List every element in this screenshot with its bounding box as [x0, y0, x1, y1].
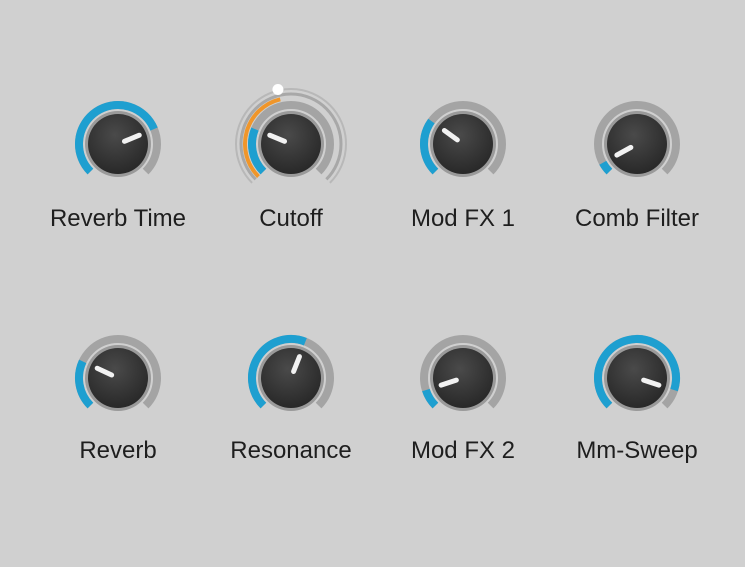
knob-body	[88, 114, 148, 174]
knob-mod-fx-2[interactable]: Mod FX 2	[378, 296, 548, 486]
knob-body	[607, 114, 667, 174]
knob-mod-dot	[272, 84, 284, 96]
knob-mod-fx-1-label: Mod FX 1	[410, 205, 516, 232]
knob-mod-fx-1-icon[interactable]	[378, 62, 548, 212]
knob-mod-fx-1[interactable]: Mod FX 1	[378, 62, 548, 252]
knob-comb-filter[interactable]: Comb Filter	[552, 62, 722, 252]
knob-reverb-icon[interactable]	[33, 296, 203, 446]
knob-mm-sweep-icon[interactable]	[552, 296, 722, 446]
knob-reverb-label: Reverb	[79, 437, 157, 464]
knob-body	[433, 348, 493, 408]
knob-mm-sweep-label: Mm-Sweep	[576, 437, 698, 464]
knob-reverb-time-icon[interactable]	[33, 62, 203, 212]
knob-mod-fx-2-icon[interactable]	[378, 296, 548, 446]
knob-resonance-label: Resonance	[230, 437, 352, 464]
knob-comb-filter-icon[interactable]	[552, 62, 722, 212]
knob-mod-fx-2-label: Mod FX 2	[410, 437, 516, 464]
knob-mm-sweep[interactable]: Mm-Sweep	[552, 296, 722, 486]
knob-body	[88, 348, 148, 408]
knob-body	[433, 114, 493, 174]
synth-knob-panel: Reverb Time Cutoff Mod FX 1 Comb Filter …	[0, 0, 745, 567]
knob-resonance[interactable]: Resonance	[206, 296, 376, 486]
knob-reverb-time-label: Reverb Time	[49, 205, 187, 232]
knob-reverb-time[interactable]: Reverb Time	[33, 62, 203, 252]
knob-body	[261, 348, 321, 408]
knob-body	[607, 348, 667, 408]
knob-reverb[interactable]: Reverb	[33, 296, 203, 486]
knob-cutoff-label: Cutoff	[259, 205, 323, 232]
knob-value-arc	[599, 160, 613, 175]
knob-cutoff-icon[interactable]	[206, 62, 376, 212]
knob-comb-filter-label: Comb Filter	[574, 205, 700, 232]
knob-resonance-icon[interactable]	[206, 296, 376, 446]
knob-cutoff[interactable]: Cutoff	[206, 62, 376, 252]
knob-body	[261, 114, 321, 174]
